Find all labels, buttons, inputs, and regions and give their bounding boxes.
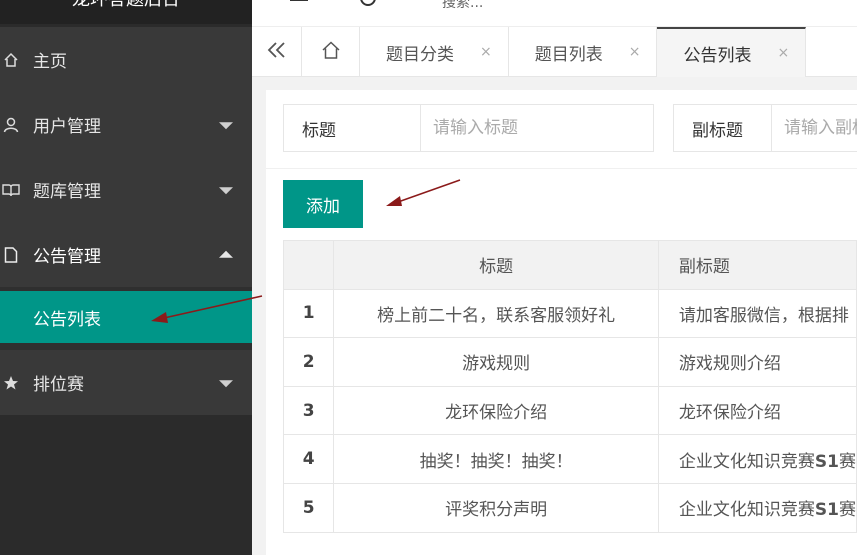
announcement-table: 标题 副标题 1 榜上前二十名，联系客服领好礼 请加客服微信，根据排 2 游戏规… [282, 240, 857, 533]
book-icon [2, 181, 20, 199]
chevron-down-icon [219, 121, 233, 129]
user-icon [2, 116, 20, 134]
row-title: 龙环保险介绍 [333, 385, 659, 436]
menu-toggle-icon[interactable] [290, 0, 308, 1]
row-index: 3 [282, 385, 335, 436]
file-icon [2, 246, 20, 264]
tab-question-list[interactable]: 题目列表 × [509, 27, 658, 77]
tab-label: 公告列表 [683, 45, 752, 66]
tab-question-category[interactable]: 题目分类 × [360, 27, 509, 77]
subtitle-label: 副标题 [674, 105, 772, 151]
table-header-title: 标题 [333, 240, 659, 290]
sidebar-item-home[interactable]: 主页 [0, 27, 252, 92]
home-icon [2, 51, 20, 69]
table-row[interactable]: 4 抽奖！抽奖！抽奖！ 企业文化知识竞赛S1赛 [282, 434, 857, 484]
table-row[interactable]: 3 龙环保险介绍 龙环保险介绍 [282, 385, 857, 436]
tab-bar: 题目分类 × 题目列表 × 公告列表 × [252, 27, 857, 77]
double-chevron-left-icon [267, 41, 287, 64]
subtitle-field: 副标题 [673, 104, 857, 152]
subtitle-text-end: 赛 [839, 451, 856, 472]
row-subtitle: 企业文化知识竞赛S1赛 [657, 482, 857, 533]
refresh-icon[interactable] [360, 0, 376, 6]
sidebar-item-question-bank[interactable]: 题库管理 [0, 157, 252, 222]
sidebar-item-label: 公告管理 [33, 247, 101, 267]
sidebar-subitem-announcement-list[interactable]: 公告列表 [0, 291, 252, 343]
row-subtitle: 游戏规则介绍 [657, 337, 857, 387]
sidebar-nav: 主页 用户管理 题库管理 公告管理 公告列表 排位赛 [0, 27, 252, 415]
add-button[interactable]: 添加 [283, 180, 363, 228]
subtitle-season: S1 [814, 500, 839, 521]
table-row[interactable]: 2 游戏规则 游戏规则介绍 [282, 337, 857, 387]
tab-announcement-list[interactable]: 公告列表 × [657, 27, 807, 77]
content-card: 标题 副标题 添加 标题 副标题 1 榜上前二十名，联系客服领好礼 [266, 90, 857, 555]
title-input[interactable] [421, 105, 653, 151]
close-icon[interactable]: × [629, 44, 641, 60]
sidebar-item-label: 主页 [33, 52, 67, 72]
row-index: 4 [282, 434, 335, 484]
row-subtitle: 龙环保险介绍 [657, 385, 857, 436]
chevron-down-icon [219, 186, 233, 194]
sidebar-item-label: 用户管理 [33, 117, 101, 137]
sidebar-item-ranking[interactable]: 排位赛 [0, 350, 252, 415]
close-icon[interactable]: × [777, 45, 789, 61]
row-title: 游戏规则 [333, 337, 659, 387]
home-icon [321, 40, 341, 64]
header-search[interactable]: 搜索... [442, 0, 483, 12]
sidebar-item-announcements[interactable]: 公告管理 [0, 222, 252, 287]
tab-home[interactable] [302, 27, 360, 77]
row-title: 评奖积分声明 [333, 482, 659, 533]
close-icon[interactable]: × [480, 44, 492, 60]
main-content: 标题 副标题 添加 标题 副标题 1 榜上前二十名，联系客服领好礼 [252, 77, 857, 555]
row-subtitle: 请加客服微信，根据排 [657, 288, 857, 339]
sidebar-item-label: 题库管理 [33, 182, 101, 202]
subtitle-text-end: 赛 [839, 500, 856, 521]
tab-label: 题目列表 [534, 44, 603, 65]
subtitle-season: S1 [814, 451, 839, 472]
top-header: 搜索... [252, 0, 857, 27]
table-row[interactable]: 1 榜上前二十名，联系客服领好礼 请加客服微信，根据排 [282, 288, 857, 339]
tab-scroll-left[interactable] [252, 27, 302, 77]
sidebar: 龙环答题后台 主页 用户管理 题库管理 公告管理 [0, 0, 252, 555]
tab-label: 题目分类 [386, 44, 454, 65]
row-index: 1 [282, 288, 335, 339]
title-label: 标题 [284, 105, 421, 151]
title-field: 标题 [283, 104, 654, 152]
table-row[interactable]: 5 评奖积分声明 企业文化知识竞赛S1赛 [282, 482, 857, 533]
table-header-index [282, 240, 335, 290]
table-header-subtitle: 副标题 [657, 240, 857, 290]
search-form: 标题 副标题 [266, 90, 857, 169]
row-title: 抽奖！抽奖！抽奖！ [333, 434, 659, 484]
row-subtitle: 企业文化知识竞赛S1赛 [657, 434, 857, 484]
table-header-row: 标题 副标题 [282, 240, 857, 290]
row-title: 榜上前二十名，联系客服领好礼 [333, 288, 659, 339]
chevron-up-icon [219, 250, 233, 258]
row-index: 2 [282, 337, 335, 387]
sidebar-item-users[interactable]: 用户管理 [0, 92, 252, 157]
subtitle-text: 企业文化知识竞赛 [678, 500, 815, 521]
chevron-down-icon [219, 379, 233, 387]
row-index: 5 [282, 482, 335, 533]
brand-title: 龙环答题后台 [0, 0, 252, 24]
submenu-announcements: 公告列表 [0, 287, 252, 350]
sidebar-item-label: 排位赛 [33, 375, 84, 395]
star-icon [2, 374, 20, 392]
subtitle-input[interactable] [772, 105, 857, 151]
subtitle-text: 企业文化知识竞赛 [678, 451, 815, 472]
